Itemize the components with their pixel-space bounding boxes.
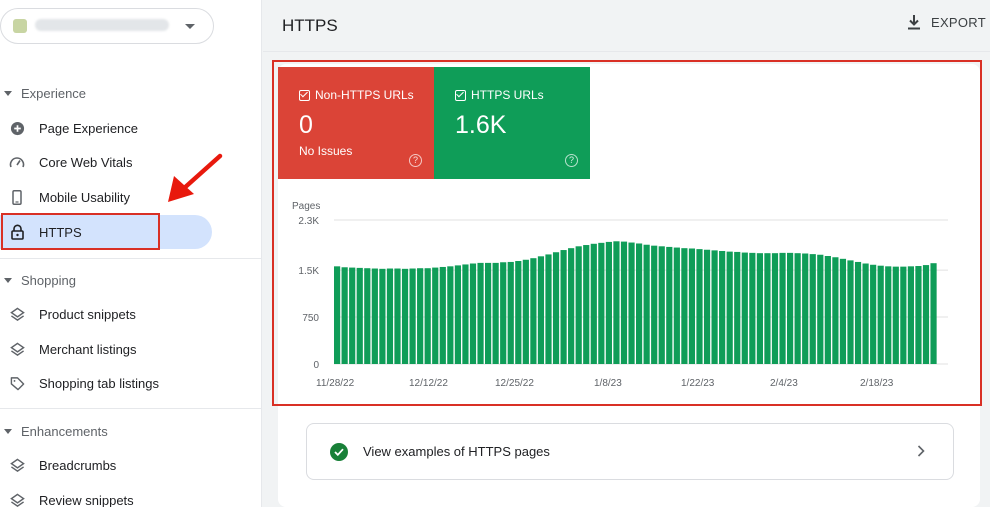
- section-shopping[interactable]: Shopping: [0, 273, 76, 288]
- tag-icon: [0, 376, 34, 391]
- sidebar-item-label: Breadcrumbs: [39, 457, 117, 473]
- page-title: HTTPS: [282, 16, 338, 35]
- annotation-arrow-icon: [168, 153, 223, 202]
- site-favicon: [13, 19, 27, 33]
- layers-icon: [0, 342, 34, 357]
- plus-circle-icon: [0, 121, 34, 136]
- layers-icon: [0, 493, 34, 507]
- section-label: Enhancements: [21, 424, 108, 439]
- export-label: EXPORT: [930, 14, 986, 30]
- sidebar-item-label: Product snippets: [39, 306, 136, 322]
- sidebar: Experience Page Experience Core Web Vita…: [0, 0, 262, 507]
- view-examples-row[interactable]: View examples of HTTPS pages: [306, 423, 954, 480]
- layers-icon: [0, 307, 34, 322]
- sidebar-item-label: Review snippets: [39, 492, 134, 507]
- section-label: Experience: [21, 86, 87, 101]
- sidebar-item-review-snippets[interactable]: Review snippets: [0, 483, 212, 507]
- collapse-triangle-icon: [4, 91, 12, 96]
- sidebar-item-label: Merchant listings: [39, 341, 137, 357]
- check-circle-icon: [330, 442, 348, 461]
- sidebar-item-label: Page Experience: [39, 120, 139, 136]
- property-selector[interactable]: [0, 8, 214, 44]
- divider: [0, 258, 262, 259]
- layers-icon: [0, 458, 34, 473]
- sidebar-item-label: Mobile Usability: [39, 189, 131, 205]
- sidebar-item-label: Shopping tab listings: [39, 375, 159, 391]
- view-examples-label: View examples of HTTPS pages: [363, 444, 550, 459]
- section-label: Shopping: [21, 273, 76, 288]
- header-divider: [263, 51, 990, 52]
- sidebar-item-breadcrumbs[interactable]: Breadcrumbs: [0, 448, 212, 482]
- chevron-right-icon: [917, 445, 925, 457]
- export-button[interactable]: EXPORT: [907, 14, 986, 30]
- section-experience[interactable]: Experience: [0, 86, 86, 101]
- download-icon: [907, 15, 920, 30]
- annotation-highlight-box: [272, 60, 982, 406]
- sidebar-item-product-snippets[interactable]: Product snippets: [0, 297, 212, 331]
- property-url-blurred: [35, 19, 169, 31]
- collapse-triangle-icon: [4, 278, 12, 283]
- chevron-down-icon: [185, 24, 195, 29]
- collapse-triangle-icon: [4, 429, 12, 434]
- section-enhancements[interactable]: Enhancements: [0, 424, 108, 439]
- sidebar-item-label: Core Web Vitals: [39, 154, 133, 170]
- sidebar-item-page-experience[interactable]: Page Experience: [0, 111, 212, 145]
- gauge-icon: [0, 155, 34, 169]
- annotation-highlight-box: [1, 213, 160, 250]
- sidebar-item-merchant-listings[interactable]: Merchant listings: [0, 332, 212, 366]
- divider: [0, 408, 262, 409]
- sidebar-item-shopping-tab-listings[interactable]: Shopping tab listings: [0, 366, 212, 400]
- phone-icon: [0, 189, 34, 205]
